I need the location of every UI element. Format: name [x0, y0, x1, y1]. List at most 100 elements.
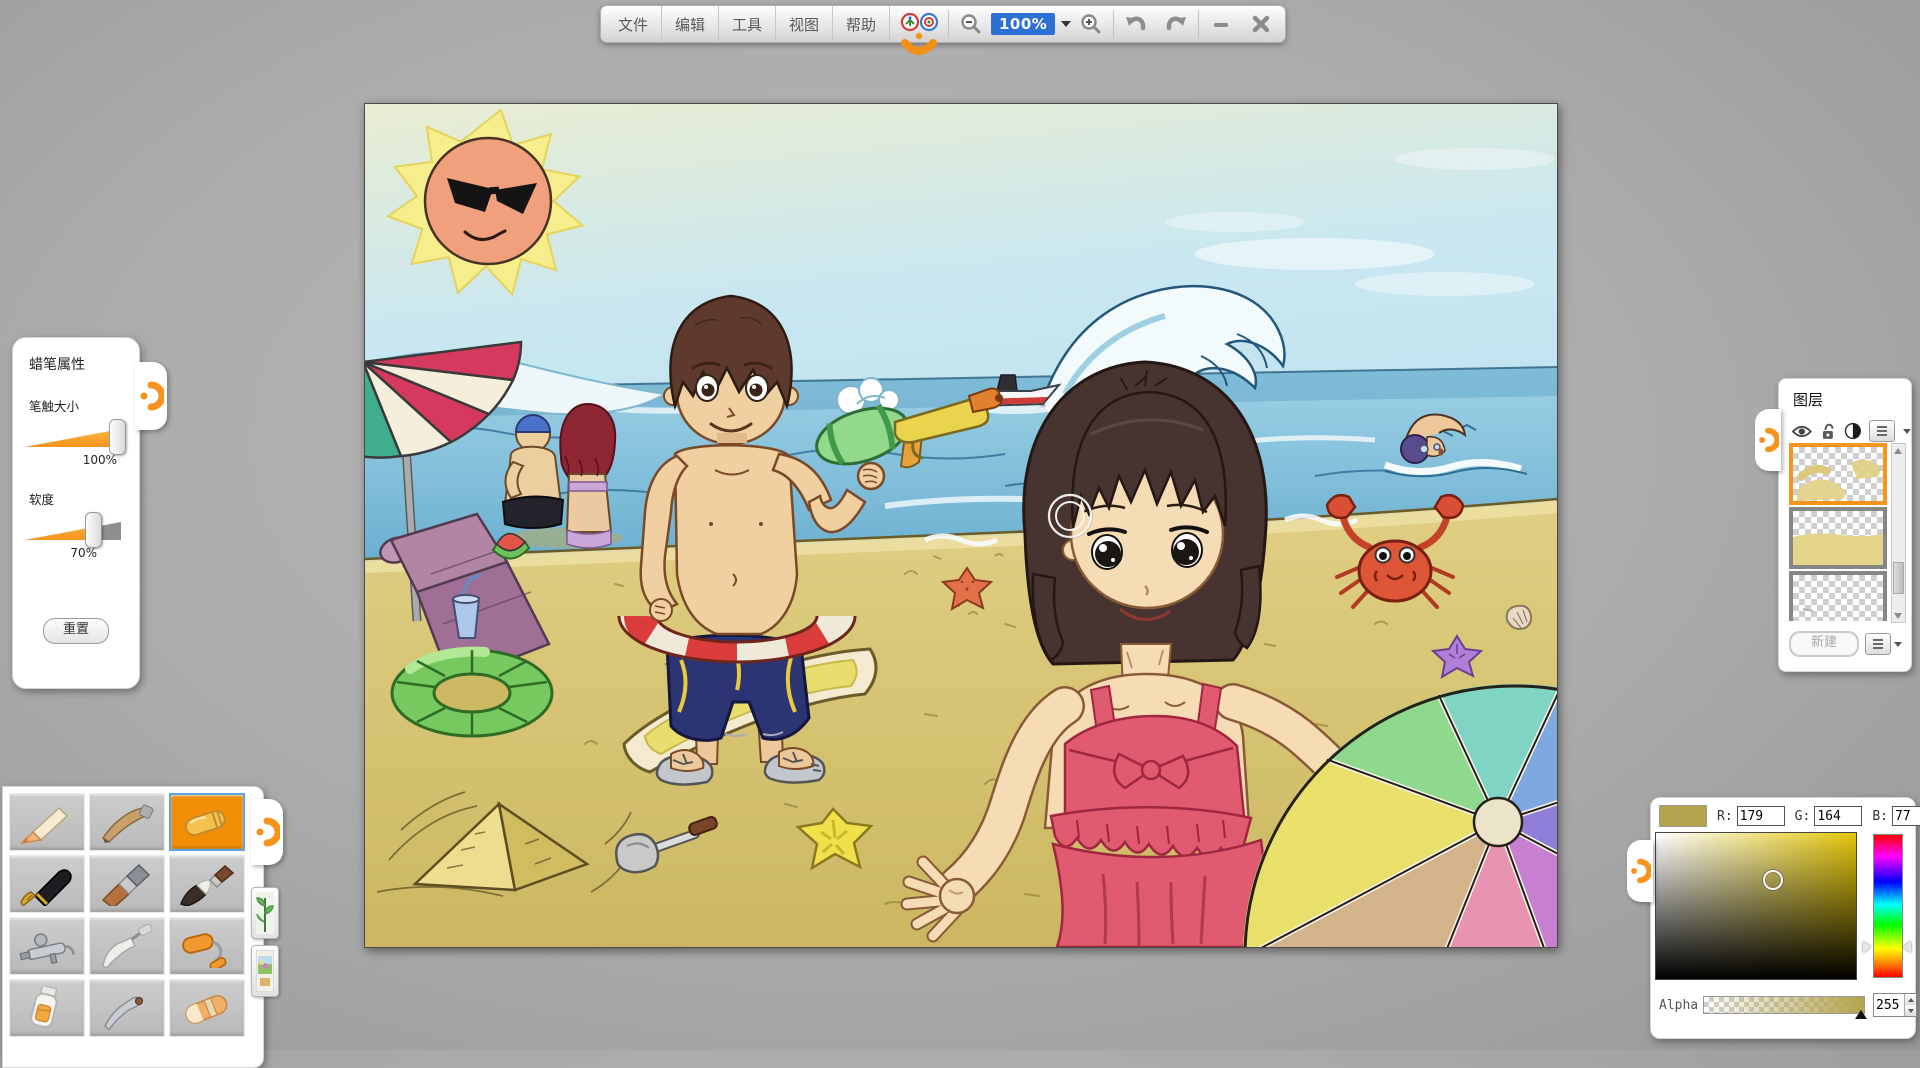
alpha-value-input[interactable]	[1874, 994, 1904, 1016]
paint-roller-icon	[177, 924, 237, 968]
tool-airbrush[interactable]	[9, 917, 85, 975]
visibility-eye-icon[interactable]	[1791, 424, 1813, 439]
brush-size-slider[interactable]	[25, 421, 121, 451]
torso	[675, 445, 797, 634]
layers-panel-title: 图层	[1793, 389, 1911, 410]
drawing-canvas[interactable]	[364, 103, 1558, 948]
fountain-pen-icon	[17, 862, 77, 906]
picture-stamp-button[interactable]	[251, 945, 279, 997]
hue-marker-left-icon[interactable]	[1863, 941, 1871, 953]
eraser-icon	[177, 986, 237, 1030]
lock-open-icon[interactable]	[1821, 423, 1836, 440]
toolbar-separator	[1198, 10, 1199, 38]
hue-marker-right-icon[interactable]	[1903, 941, 1911, 953]
paint-tube-icon	[17, 986, 77, 1030]
menu-view[interactable]: 视图	[776, 6, 833, 42]
layer-3-preview	[1793, 575, 1883, 621]
layers-panel-pull-tab[interactable]	[1755, 409, 1781, 471]
close-button[interactable]	[1241, 6, 1281, 42]
picture-stamp-icon	[256, 950, 274, 992]
menu-file[interactable]: 文件	[605, 6, 662, 42]
green-input[interactable]	[1814, 806, 1862, 826]
layer-scrollbar[interactable]	[1891, 443, 1906, 623]
tool-paint-roller[interactable]	[169, 917, 245, 975]
brush-size-slider-handle[interactable]	[109, 419, 126, 455]
alpha-spin-up-button[interactable]	[1905, 994, 1916, 1005]
alpha-slider-marker[interactable]	[1855, 1010, 1867, 1019]
alpha-label: Alpha	[1659, 998, 1698, 1013]
layer-menu-button[interactable]	[1869, 420, 1895, 442]
tool-flat-brush[interactable]	[89, 855, 165, 913]
zoom-in-icon	[1079, 12, 1103, 36]
blue-input[interactable]	[1892, 806, 1920, 826]
softness-slider-handle[interactable]	[85, 512, 102, 548]
blend-halfmoon-icon[interactable]	[1844, 422, 1862, 440]
zoom-dropdown-caret-icon[interactable]	[1061, 21, 1071, 27]
scroll-down-button[interactable]	[1892, 609, 1903, 622]
menu-help[interactable]: 帮助	[833, 6, 890, 42]
tool-pencil[interactable]	[89, 793, 165, 851]
tool-fountain-pen[interactable]	[9, 855, 85, 913]
softness-slider[interactable]	[25, 514, 121, 544]
current-color-swatch[interactable]	[1659, 805, 1707, 827]
hue-bar[interactable]	[1873, 834, 1903, 978]
reset-button[interactable]: 重置	[43, 618, 109, 644]
beach-scene-artwork	[365, 104, 1557, 947]
alpha-spinner	[1873, 993, 1917, 1017]
alpha-spin-down-button[interactable]	[1905, 1005, 1916, 1016]
colored-pencil-icon	[17, 800, 77, 844]
layer-item-1[interactable]	[1789, 443, 1887, 505]
menu-tools[interactable]: 工具	[719, 6, 776, 42]
green-label: G:	[1795, 809, 1811, 824]
scrollbar-thumb[interactable]	[1893, 562, 1904, 594]
zoom-out-button[interactable]	[951, 6, 991, 42]
mascot-button[interactable]	[890, 6, 946, 42]
layer-item-3[interactable]	[1789, 571, 1887, 621]
tool-colored-pencil[interactable]	[9, 793, 85, 851]
palette-knife-icon	[97, 924, 157, 968]
tool-crayon-selected[interactable]	[169, 793, 245, 851]
pull-tab-icon	[1757, 425, 1779, 455]
pull-tab-icon	[1629, 856, 1651, 886]
flat-brush-icon	[97, 862, 157, 906]
red-input[interactable]	[1737, 806, 1785, 826]
brush-panel-pull-tab[interactable]	[135, 362, 167, 430]
tool-grid	[9, 793, 257, 1037]
round-brush-icon	[177, 862, 237, 906]
pull-tab-icon	[254, 815, 280, 849]
menu-lines-icon	[1875, 425, 1889, 437]
undo-button[interactable]	[1116, 6, 1156, 42]
scroll-up-button[interactable]	[1892, 444, 1903, 457]
tool-palette-knife[interactable]	[89, 917, 165, 975]
layers-bottom-menu-caret-icon[interactable]	[1894, 642, 1902, 647]
zoom-level-control[interactable]: 100%	[991, 6, 1071, 42]
color-panel-pull-tab[interactable]	[1627, 840, 1653, 902]
layer-item-2[interactable]	[1789, 507, 1887, 569]
plant-stamp-icon	[256, 892, 274, 934]
seashell	[1507, 606, 1531, 629]
zoom-out-icon	[959, 12, 983, 36]
tool-etching-knife[interactable]	[89, 979, 165, 1037]
menu-edit[interactable]: 编辑	[662, 6, 719, 42]
saturation-value-picker[interactable]	[1655, 832, 1857, 980]
redo-button[interactable]	[1156, 6, 1196, 42]
plant-stamp-button[interactable]	[251, 887, 279, 939]
toolbar-separator	[948, 10, 949, 38]
new-layer-button[interactable]: 新建	[1789, 631, 1859, 657]
tool-round-brush[interactable]	[169, 855, 245, 913]
green-swim-ring	[392, 650, 552, 736]
main-toolbar: 文件 编辑 工具 视图 帮助 100%	[600, 5, 1286, 43]
tool-palette-pull-tab[interactable]	[251, 799, 283, 865]
minimize-button[interactable]	[1201, 6, 1241, 42]
layers-bottom-menu-button[interactable]	[1865, 633, 1891, 655]
layer-menu-caret-icon[interactable]	[1903, 429, 1911, 434]
alpha-slider[interactable]	[1703, 996, 1865, 1014]
layer-list	[1789, 443, 1887, 621]
undo-icon	[1123, 12, 1149, 36]
tool-paint-tube[interactable]	[9, 979, 85, 1037]
zoom-in-button[interactable]	[1071, 6, 1111, 42]
toolbar-separator	[1113, 10, 1114, 38]
tool-eraser[interactable]	[169, 979, 245, 1037]
sv-picker-cursor[interactable]	[1763, 870, 1783, 890]
layer-1-preview	[1793, 447, 1883, 501]
